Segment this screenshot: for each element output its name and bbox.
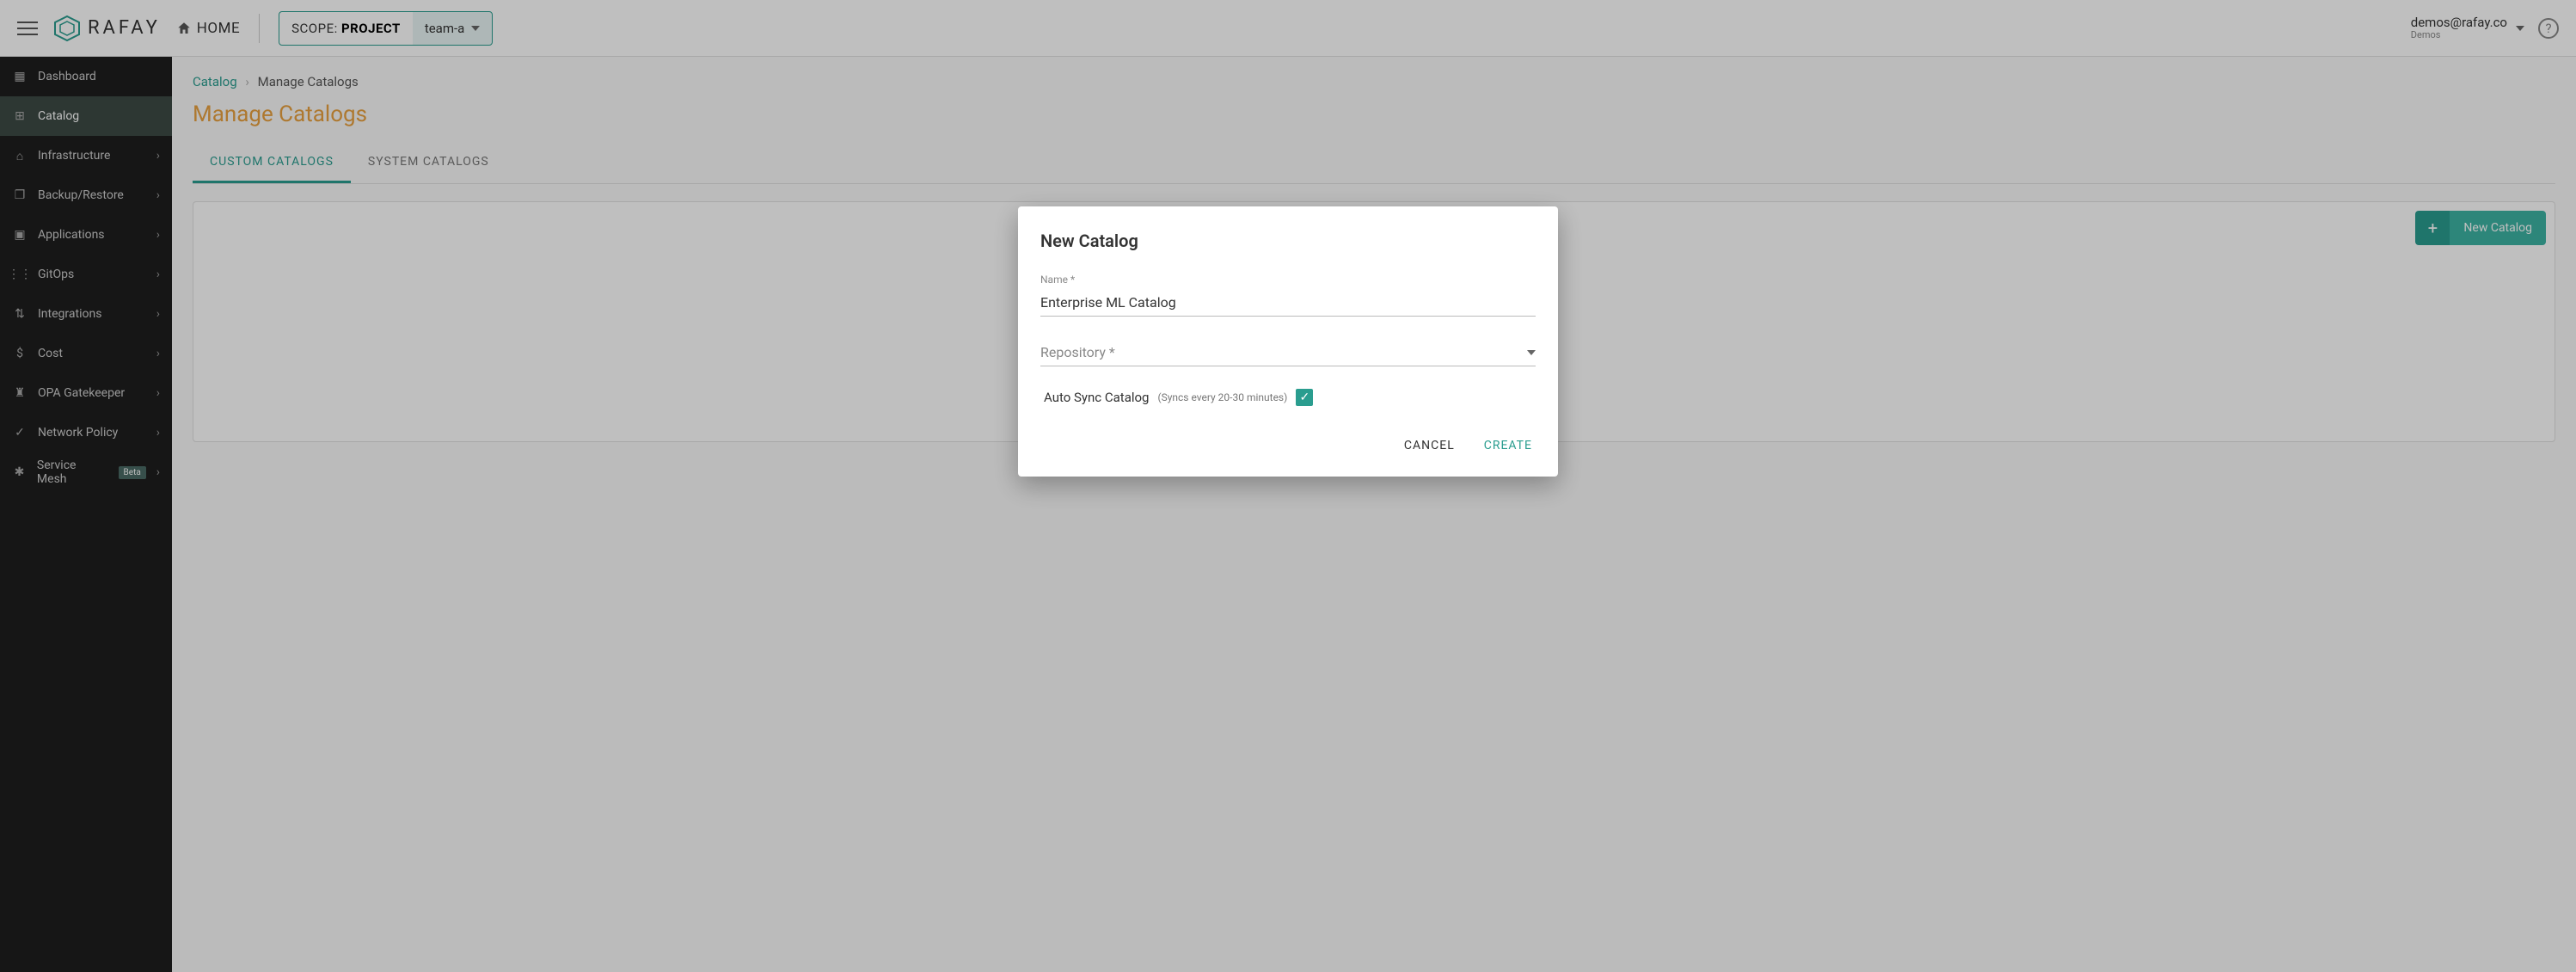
autosync-note: (Syncs every 20-30 minutes): [1157, 391, 1287, 403]
autosync-checkbox[interactable]: ✓: [1296, 389, 1313, 406]
cancel-button[interactable]: CANCEL: [1401, 432, 1458, 459]
new-catalog-modal: New Catalog Name * Repository * Auto Syn…: [1018, 206, 1558, 477]
chevron-down-icon: [1527, 350, 1536, 355]
create-button[interactable]: CREATE: [1481, 432, 1536, 459]
name-label: Name *: [1040, 274, 1536, 286]
modal-overlay[interactable]: New Catalog Name * Repository * Auto Syn…: [0, 0, 2576, 972]
name-field: Name *: [1040, 274, 1536, 317]
repository-label: Repository *: [1040, 344, 1115, 360]
modal-title: New Catalog: [1040, 231, 1536, 251]
autosync-row: Auto Sync Catalog (Syncs every 20-30 min…: [1040, 389, 1536, 406]
repository-select[interactable]: Repository *: [1040, 339, 1536, 366]
modal-actions: CANCEL CREATE: [1040, 432, 1536, 459]
name-input[interactable]: [1040, 289, 1536, 317]
repository-field: Repository *: [1040, 339, 1536, 366]
autosync-label: Auto Sync Catalog: [1044, 390, 1149, 405]
